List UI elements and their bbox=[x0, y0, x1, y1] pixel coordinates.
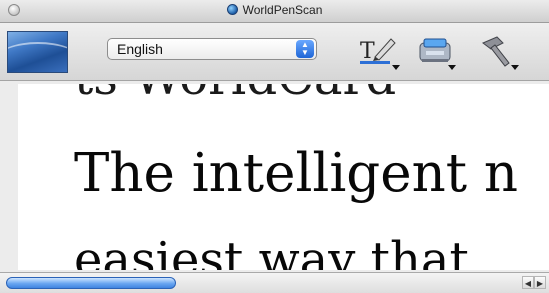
svg-text:T: T bbox=[360, 39, 375, 64]
app-window: WorldPenScan English ▲ ▼ T The intellige… bbox=[0, 0, 549, 293]
scan-text-line: The intelligent n bbox=[74, 143, 519, 204]
scan-preview-area: ts WorldCard The intelligent n easiest w… bbox=[0, 81, 549, 272]
app-icon bbox=[226, 4, 238, 15]
scroll-right-button[interactable]: ▶ bbox=[534, 276, 546, 289]
tools-dropdown-icon bbox=[511, 65, 519, 70]
tools-button[interactable] bbox=[477, 31, 521, 71]
text-style-dropdown-icon bbox=[392, 65, 400, 70]
scan-text-line: easiest way that bbox=[74, 232, 469, 270]
scan-text-line: ts WorldCard bbox=[74, 84, 396, 106]
scanner-dropdown-icon bbox=[448, 65, 456, 70]
select-arrows-icon: ▲ ▼ bbox=[296, 40, 314, 58]
language-select[interactable]: English ▲ ▼ bbox=[107, 38, 317, 60]
horizontal-scrollbar[interactable]: ◀ ▶ bbox=[0, 272, 549, 293]
window-title: WorldPenScan bbox=[0, 3, 549, 17]
app-logo bbox=[7, 31, 68, 73]
window-title-text: WorldPenScan bbox=[242, 3, 323, 17]
scanned-page: ts WorldCard The intelligent n easiest w… bbox=[18, 84, 549, 270]
language-select-value: English bbox=[117, 41, 163, 57]
toolbar: English ▲ ▼ T bbox=[0, 23, 549, 81]
title-bar: WorldPenScan bbox=[0, 0, 549, 23]
scroll-left-button[interactable]: ◀ bbox=[522, 276, 534, 289]
scroll-thumb[interactable] bbox=[6, 277, 176, 289]
text-style-tool-button[interactable]: T bbox=[358, 31, 402, 71]
scanner-tool-button[interactable] bbox=[414, 31, 458, 71]
